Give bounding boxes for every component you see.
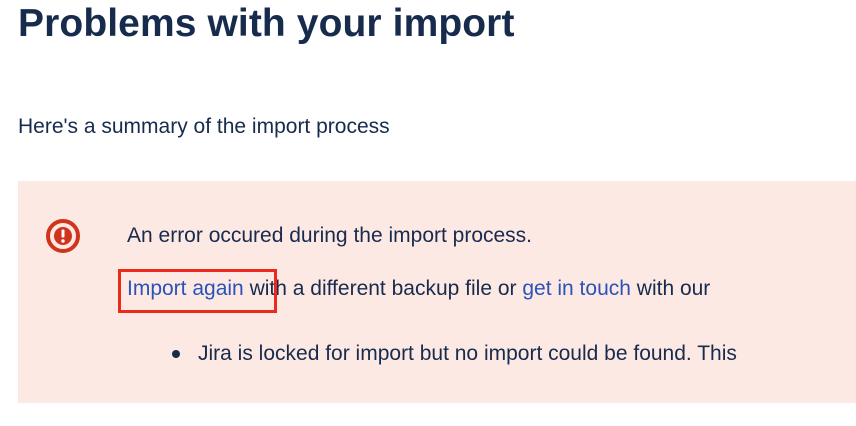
get-in-touch-link[interactable]: get in touch: [522, 277, 631, 300]
error-detail-text: Jira is locked for import but no import …: [198, 342, 737, 365]
import-problems-page: Problems with your import Here's a summa…: [0, 0, 856, 426]
action-middle-text: with a different backup file or: [243, 277, 523, 300]
error-detail-item: Jira is locked for import but no import …: [168, 341, 737, 367]
error-circle-icon: [45, 218, 81, 254]
action-trailing-text: with our: [630, 277, 711, 300]
summary-text: Here's a summary of the import process: [18, 115, 390, 138]
error-panel: An error occured during the import proce…: [18, 181, 856, 403]
error-action-line: Import again with a different backup fil…: [127, 276, 710, 302]
error-detail-list: Jira is locked for import but no import …: [168, 341, 737, 367]
page-title: Problems with your import: [18, 2, 515, 45]
bullet-icon: [172, 350, 180, 358]
error-message: An error occured during the import proce…: [127, 224, 533, 247]
import-again-link[interactable]: Import again: [127, 277, 244, 300]
